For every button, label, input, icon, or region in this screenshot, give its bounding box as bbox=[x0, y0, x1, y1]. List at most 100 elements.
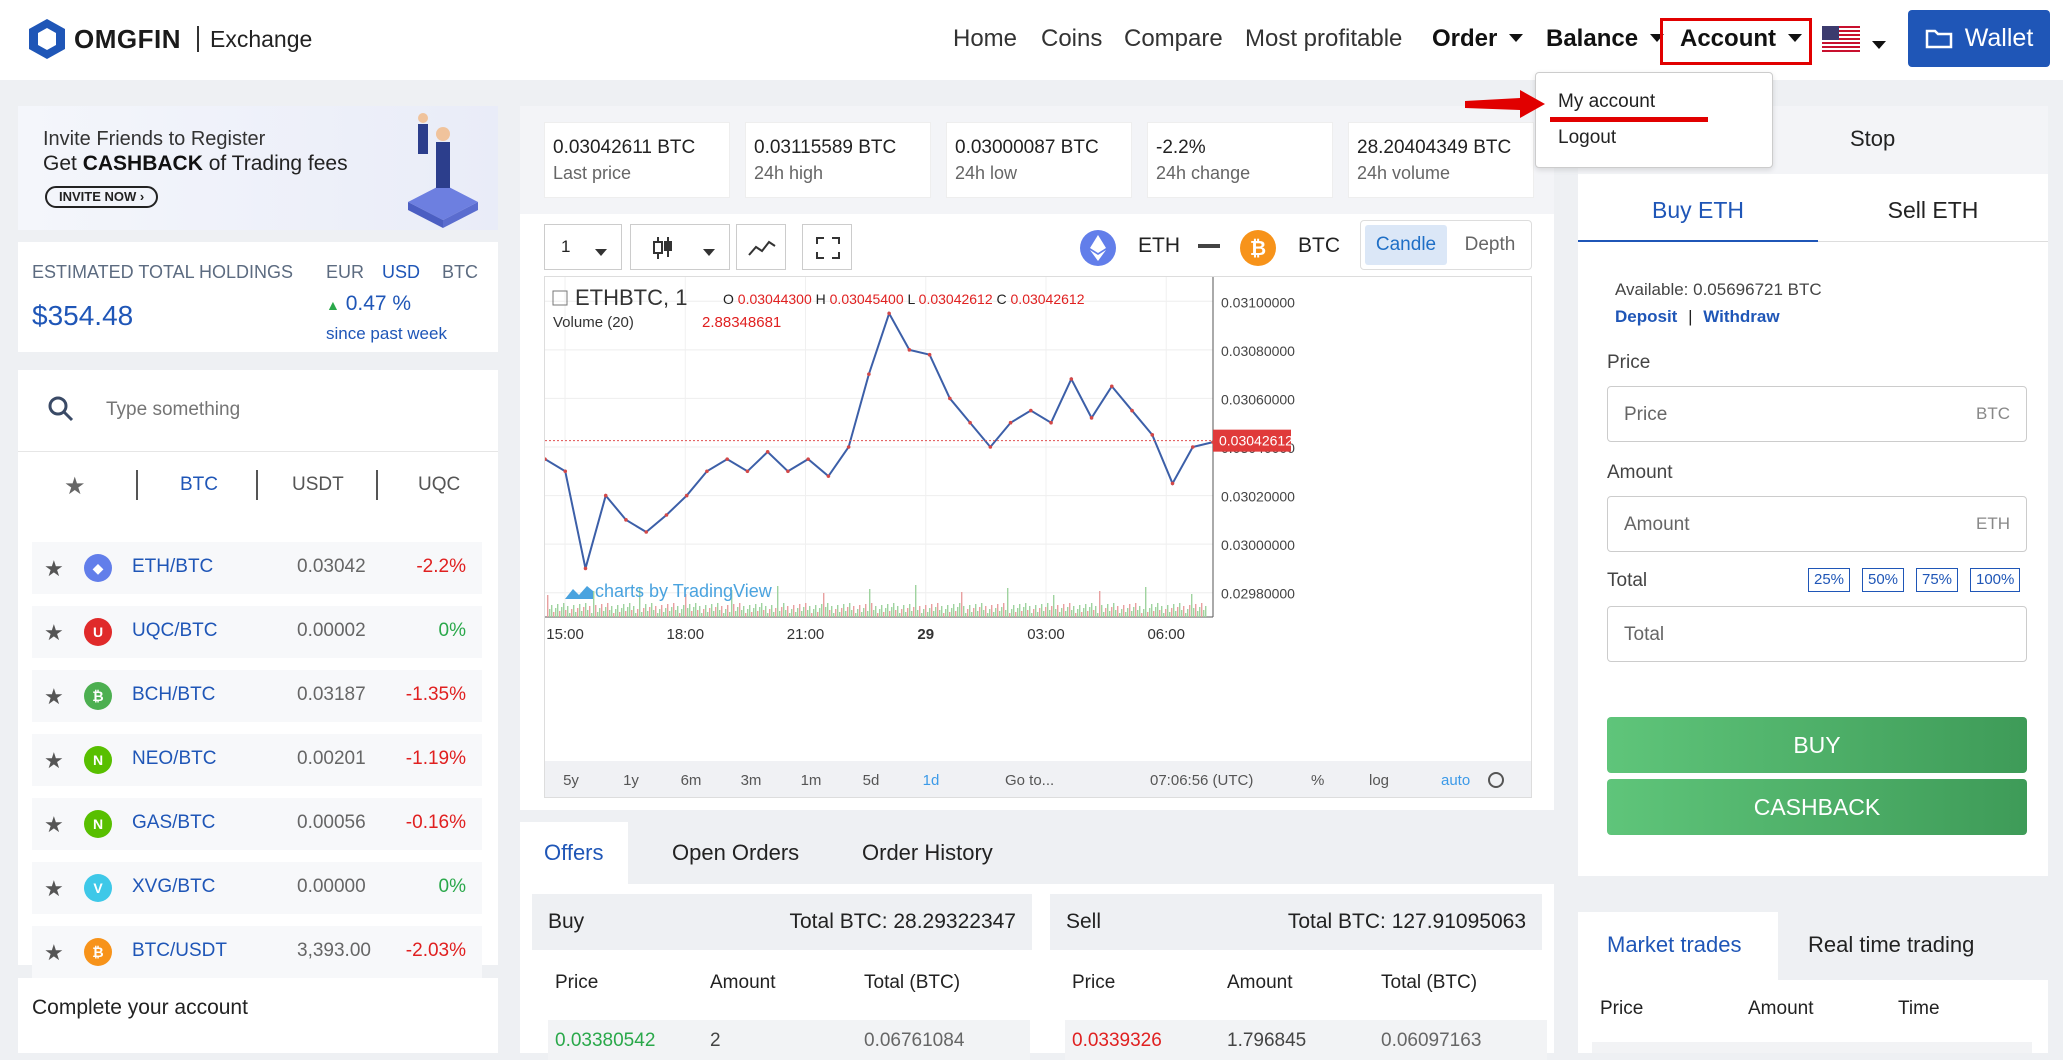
total-input[interactable]: Total bbox=[1607, 606, 2027, 662]
favorite-star-icon[interactable]: ★ bbox=[44, 684, 64, 710]
search-input[interactable] bbox=[106, 392, 466, 428]
chart-type-select[interactable] bbox=[630, 224, 730, 270]
scale-option[interactable]: log bbox=[1369, 772, 1389, 789]
currency-btc[interactable]: BTC bbox=[442, 262, 478, 283]
tab-stop[interactable]: Stop bbox=[1850, 126, 1895, 152]
withdraw-link[interactable]: Withdraw bbox=[1703, 307, 1779, 326]
volume-bar bbox=[589, 606, 591, 617]
range-button[interactable]: 5y bbox=[563, 772, 579, 789]
tab-usdt[interactable]: USDT bbox=[292, 474, 344, 496]
volume-bar bbox=[997, 604, 999, 617]
favorite-star-icon[interactable]: ★ bbox=[44, 556, 64, 582]
price-input[interactable]: Price BTC bbox=[1607, 386, 2027, 442]
pct-75-button[interactable]: 75% bbox=[1916, 568, 1959, 592]
interval-select[interactable]: 1 bbox=[544, 224, 622, 270]
tab-order-history[interactable]: Order History bbox=[838, 822, 1017, 884]
volume-bar bbox=[1023, 607, 1025, 617]
pct-25-button[interactable]: 25% bbox=[1808, 568, 1851, 592]
favorite-star-icon[interactable]: ★ bbox=[44, 940, 64, 966]
nav-most-profitable[interactable]: Most profitable bbox=[1245, 25, 1402, 53]
range-button[interactable]: 6m bbox=[681, 772, 702, 789]
volume-bar bbox=[937, 603, 939, 617]
tab-sell-eth[interactable]: Sell ETH bbox=[1818, 180, 2048, 242]
buy-col-amount: Amount bbox=[710, 972, 776, 993]
favorite-star-icon[interactable]: ★ bbox=[44, 812, 64, 838]
pair-row[interactable]: ★ ◆ ETH/BTC 0.03042 -2.2% bbox=[32, 542, 482, 594]
range-button[interactable]: 1d bbox=[923, 772, 940, 789]
holdings-label: ESTIMATED TOTAL HOLDINGS bbox=[32, 262, 294, 282]
wallet-button[interactable]: Wallet bbox=[1908, 10, 2050, 67]
us-flag-icon[interactable] bbox=[1822, 26, 1860, 52]
pair-row[interactable]: ★ ₿ BTC/USDT 3,393.00 -2.03% bbox=[32, 926, 482, 978]
volume-bar bbox=[775, 608, 777, 617]
volume-bar bbox=[909, 604, 911, 617]
invite-now-button[interactable]: INVITE NOW › bbox=[45, 186, 159, 208]
price-point bbox=[887, 311, 891, 316]
language-chevron-icon[interactable] bbox=[1872, 40, 1886, 49]
tab-btc[interactable]: BTC bbox=[180, 474, 218, 496]
range-button[interactable]: 1m bbox=[801, 772, 822, 789]
depth-mode-button[interactable]: Depth bbox=[1451, 225, 1529, 265]
pair-change: 0% bbox=[438, 620, 466, 641]
tab-market-trades[interactable]: Market trades bbox=[1607, 932, 1742, 958]
range-button[interactable]: 3m bbox=[741, 772, 762, 789]
pct-100-button[interactable]: 100% bbox=[1970, 568, 2021, 592]
price-point bbox=[725, 457, 729, 461]
pair-row[interactable]: ★ N GAS/BTC 0.00056 -0.16% bbox=[32, 798, 482, 850]
menu-logout[interactable]: Logout bbox=[1558, 127, 1616, 149]
nav-home[interactable]: Home bbox=[953, 25, 1017, 53]
y-tick-label: 0.03080000 bbox=[1221, 343, 1295, 359]
coin-icon: U bbox=[84, 618, 112, 646]
tab-uqc[interactable]: UQC bbox=[418, 474, 460, 496]
cashback-button[interactable]: CASHBACK bbox=[1607, 779, 2027, 835]
volume-bar bbox=[555, 608, 557, 617]
range-button[interactable]: 1y bbox=[623, 772, 639, 789]
price-point bbox=[867, 372, 871, 376]
favorite-star-icon[interactable]: ★ bbox=[44, 620, 64, 646]
volume-bar bbox=[961, 592, 963, 617]
scale-option[interactable]: % bbox=[1311, 772, 1324, 789]
candle-mode-button[interactable]: Candle bbox=[1365, 225, 1447, 265]
sell-order-row[interactable]: 0.0339326 1.796845 0.06097163 bbox=[1065, 1020, 1547, 1060]
deposit-link[interactable]: Deposit bbox=[1615, 307, 1677, 326]
tab-offers[interactable]: Offers bbox=[520, 822, 628, 884]
pair-row[interactable]: ★ V XVG/BTC 0.00000 0% bbox=[32, 862, 482, 914]
fullscreen-button[interactable] bbox=[802, 224, 852, 270]
range-button[interactable]: Go to... bbox=[1005, 772, 1054, 789]
volume-bar bbox=[1009, 613, 1011, 617]
favorites-star-icon[interactable]: ★ bbox=[64, 472, 86, 501]
buy-order-row[interactable]: 0.03380542 2 0.06761084 bbox=[548, 1020, 1030, 1060]
currency-usd[interactable]: USD bbox=[382, 262, 420, 283]
nav-compare[interactable]: Compare bbox=[1124, 25, 1223, 53]
volume-bar bbox=[1105, 608, 1107, 617]
omgfin-logo-icon[interactable] bbox=[26, 18, 68, 60]
volume-bar bbox=[957, 607, 959, 617]
tab-buy-eth[interactable]: Buy ETH bbox=[1578, 180, 1818, 242]
complete-account-card[interactable]: Complete your account bbox=[18, 978, 498, 1053]
volume-bar bbox=[671, 607, 673, 617]
invite-promo-banner[interactable]: Invite Friends to Register Get CASHBACK … bbox=[18, 106, 498, 230]
tab-open-orders[interactable]: Open Orders bbox=[648, 822, 823, 884]
tab-divider bbox=[376, 470, 378, 500]
pair-row[interactable]: ★ U UQC/BTC 0.00002 0% bbox=[32, 606, 482, 658]
tradingview-watermark[interactable]: charts by TradingView bbox=[595, 581, 773, 601]
tab-real-time-trading[interactable]: Real time trading bbox=[1808, 932, 1974, 958]
favorite-star-icon[interactable]: ★ bbox=[44, 748, 64, 774]
pct-50-button[interactable]: 50% bbox=[1862, 568, 1905, 592]
amount-input[interactable]: Amount ETH bbox=[1607, 496, 2027, 552]
nav-coins[interactable]: Coins bbox=[1041, 25, 1102, 53]
chart-svg[interactable]: 0.031000000.030800000.030600000.03040000… bbox=[543, 277, 1531, 797]
currency-eur[interactable]: EUR bbox=[326, 262, 364, 283]
price-chart[interactable]: 0.031000000.030800000.030600000.03040000… bbox=[543, 276, 1532, 798]
buy-button[interactable]: BUY bbox=[1607, 717, 2027, 773]
nav-balance-dropdown[interactable]: Balance bbox=[1546, 25, 1665, 53]
nav-order-dropdown[interactable]: Order bbox=[1432, 25, 1524, 53]
pair-row[interactable]: ★ ₿ BCH/BTC 0.03187 -1.35% bbox=[32, 670, 482, 722]
range-button[interactable]: 5d bbox=[863, 772, 880, 789]
logo-text[interactable]: OMGFIN bbox=[74, 24, 181, 55]
menu-my-account[interactable]: My account bbox=[1558, 91, 1655, 113]
favorite-star-icon[interactable]: ★ bbox=[44, 876, 64, 902]
pair-row[interactable]: ★ N NEO/BTC 0.00201 -1.19% bbox=[32, 734, 482, 786]
scale-option[interactable]: auto bbox=[1441, 772, 1470, 789]
indicators-button[interactable] bbox=[736, 224, 786, 270]
